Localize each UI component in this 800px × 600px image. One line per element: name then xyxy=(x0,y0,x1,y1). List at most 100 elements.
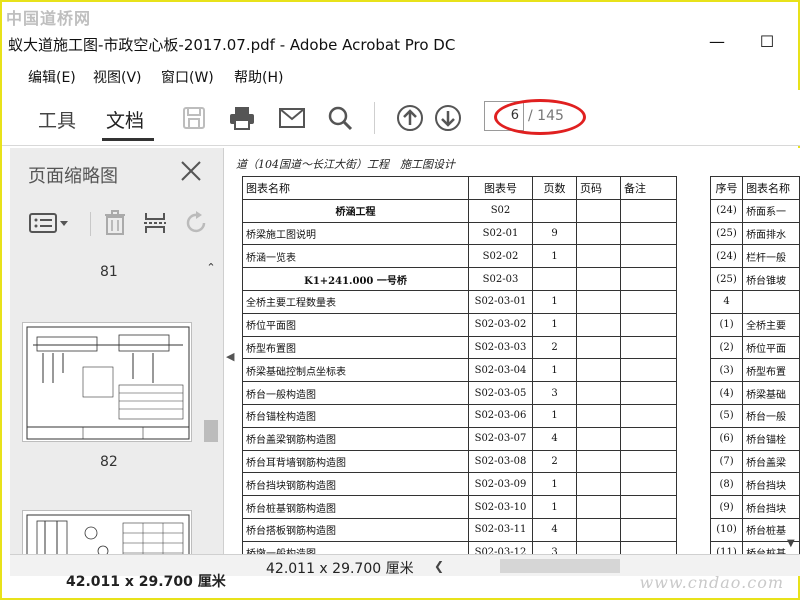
table-row: 桥台挡块钢筋构造图 S02-03-09 1 xyxy=(242,472,677,497)
drawing-code-cell: S02-03-06 xyxy=(468,403,533,428)
table-row: 桥台桩基钢筋构造图 S02-03-10 1 xyxy=(242,495,677,519)
thumbnail-label: 81 xyxy=(100,264,118,280)
note-cell xyxy=(620,381,677,405)
thumbnail-list: 81 82 xyxy=(10,254,224,574)
thumbnail-scrollbar[interactable]: ⌃ ⌄ xyxy=(202,254,220,574)
thumbnail-tools xyxy=(10,198,224,248)
drawing-name-cell: 桥型布置图 xyxy=(242,335,469,360)
note-cell xyxy=(620,540,677,554)
page-number-cell xyxy=(576,426,621,451)
drawing-name-cell: 桥台盖梁钢筋构造图 xyxy=(242,426,469,451)
page-count-cell: 1 xyxy=(532,472,577,497)
note-cell xyxy=(620,426,677,451)
tab-tools[interactable]: 工具 xyxy=(38,106,76,133)
scroll-left-icon[interactable]: ❮ xyxy=(434,559,444,573)
note-cell xyxy=(620,449,677,474)
maximize-button[interactable]: ☐ xyxy=(752,32,782,56)
options-menu-icon[interactable] xyxy=(26,208,72,238)
drawing-name-cell: K1+241.000 一号桥 xyxy=(242,267,469,291)
print-icon[interactable] xyxy=(226,102,258,134)
note-cell xyxy=(620,517,677,542)
menu-view[interactable]: 视图(V) xyxy=(93,67,142,87)
sequence-cell: (9) xyxy=(709,495,744,519)
drawing-code-cell: S02-03-04 xyxy=(468,358,533,383)
horizontal-scrollbar-thumb[interactable] xyxy=(500,559,620,573)
sequence-cell: (11) xyxy=(709,540,744,554)
page-number-cell xyxy=(576,517,621,542)
drawing-name-cell: 桥台锚栓构造图 xyxy=(242,403,469,428)
title-bar: 蚁大道施工图-市政空心板-2017.07.pdf - Adobe Acrobat… xyxy=(2,30,800,58)
drawing-code-cell: S02-03-05 xyxy=(468,381,533,405)
delete-page-icon[interactable] xyxy=(100,208,130,238)
page-number-cell xyxy=(576,449,621,474)
page-number-cell xyxy=(576,403,621,428)
scrollbar-thumb[interactable] xyxy=(204,420,218,442)
page-count-cell xyxy=(532,267,577,291)
drawing-code-cell: S02-03-08 xyxy=(468,449,533,474)
drawing-name-cell: 桥梁基础控制点坐标表 xyxy=(242,358,469,383)
next-page-icon[interactable] xyxy=(432,102,464,134)
watermark-logo: 中国道桥网 xyxy=(6,9,92,28)
document-scrollbar[interactable]: ▼ xyxy=(786,148,800,554)
sequence-cell: (25) xyxy=(709,267,744,291)
page-thumbnail[interactable] xyxy=(22,322,192,442)
document-view: 道（104国道～长江大街）工程 施工图设计 图表名称 图表号 页数 页码 备注 … xyxy=(236,148,800,554)
note-cell xyxy=(620,403,677,428)
page-count-cell: 4 xyxy=(532,426,577,451)
sequence-cell: (2) xyxy=(709,335,744,360)
note-cell xyxy=(620,335,677,360)
drawing-code-cell: S02-03-12 xyxy=(468,540,533,554)
scroll-down-icon[interactable]: ▼ xyxy=(787,538,795,549)
menu-help[interactable]: 帮助(H) xyxy=(234,67,283,87)
page-number-cell xyxy=(576,472,621,497)
drawing-code-cell: S02-03-10 xyxy=(468,495,533,519)
drawing-code-cell: S02 xyxy=(468,198,533,223)
page-count-cell: 1 xyxy=(532,289,577,314)
header-cell: 页数 xyxy=(532,176,577,200)
note-cell xyxy=(620,495,677,519)
page-count-cell xyxy=(532,198,577,223)
highlight-ellipse-annotation xyxy=(494,99,586,135)
note-cell xyxy=(620,198,677,223)
minimize-button[interactable]: — xyxy=(702,32,732,56)
table-row: 桥台耳背墙钢筋构造图 S02-03-08 2 xyxy=(242,449,677,474)
table-row: 桥涵一览表 S02-02 1 xyxy=(242,244,677,269)
drawing-name-cell: 全桥主要工程数量表 xyxy=(242,289,469,314)
search-icon[interactable] xyxy=(324,102,356,134)
tab-document[interactable]: 文档 xyxy=(106,106,144,133)
note-cell xyxy=(620,221,677,246)
menu-window[interactable]: 窗口(W) xyxy=(161,67,214,87)
toolbar: 工具 文档 xyxy=(2,90,800,146)
mail-icon[interactable] xyxy=(276,102,308,134)
save-icon[interactable] xyxy=(178,102,210,134)
drawing-code-cell: S02-03-07 xyxy=(468,426,533,451)
close-panel-icon[interactable] xyxy=(178,158,204,184)
menu-edit[interactable]: 编辑(E) xyxy=(28,67,76,87)
table-row: 桥台盖梁钢筋构造图 S02-03-07 4 xyxy=(242,426,677,451)
table-row: 桥墩一般构造图S02-03-123 xyxy=(242,540,677,554)
sequence-cell: (5) xyxy=(709,403,744,428)
sequence-cell: (3) xyxy=(709,358,744,383)
sequence-cell: (6) xyxy=(709,426,744,451)
menu-bar: 编辑(E) 视图(V) 窗口(W) 帮助(H) xyxy=(2,62,800,88)
table-row: 桥型布置图 S02-03-03 2 xyxy=(242,335,677,360)
table-header-row: 图表名称 图表号 页数 页码 备注 xyxy=(242,176,677,200)
page-count-cell: 9 xyxy=(532,221,577,246)
page-dimensions-behind: 42.011 x 29.700 厘米 xyxy=(66,574,226,590)
previous-page-icon[interactable] xyxy=(394,102,426,134)
page-number-cell xyxy=(576,495,621,519)
drawing-code-cell: S02-03 xyxy=(468,267,533,291)
drawing-caption: 道（104国道～长江大街）工程 施工图设计 xyxy=(236,158,455,171)
collapse-panel-icon[interactable]: ◀ xyxy=(226,350,236,370)
scroll-up-icon[interactable]: ⌃ xyxy=(205,262,217,274)
screenshot-frame: 中国道桥网 蚁大道施工图-市政空心板-2017.07.pdf - Adobe A… xyxy=(0,0,800,600)
sequence-cell: (24) xyxy=(709,198,744,223)
drawing-name-cell: 桥台桩基钢筋构造图 xyxy=(242,495,469,519)
drawing-code-cell: S02-03-09 xyxy=(468,472,533,497)
note-cell xyxy=(620,472,677,497)
watermark-url: www.cndao.com xyxy=(639,573,784,592)
drawing-code-cell: S02-03-01 xyxy=(468,289,533,314)
insert-page-icon[interactable] xyxy=(140,208,170,238)
page-count-cell: 1 xyxy=(532,495,577,519)
rotate-page-icon[interactable] xyxy=(182,208,212,238)
